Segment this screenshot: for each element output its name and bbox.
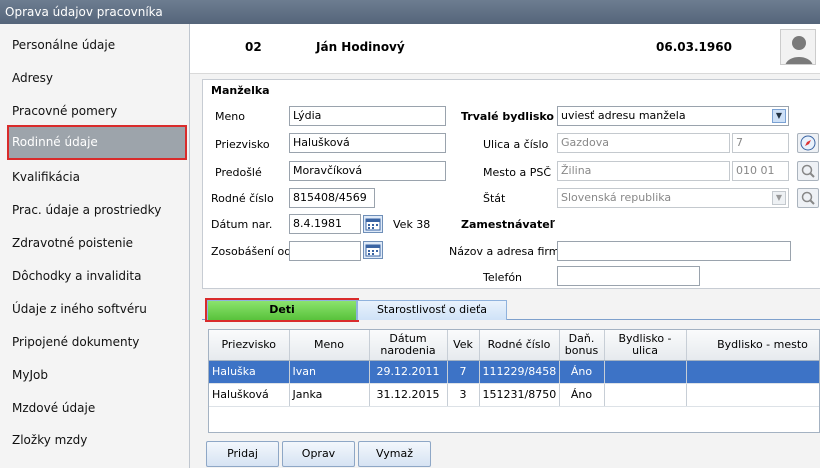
datum-nar-input[interactable]: 8.4.1981: [289, 214, 361, 234]
sidebar-item-zdravotne-poistenie[interactable]: Zdravotné poistenie: [8, 227, 186, 260]
person-icon: [781, 30, 815, 64]
compass-button[interactable]: [797, 133, 819, 153]
edit-button[interactable]: Oprav: [282, 441, 355, 467]
firma-input[interactable]: [557, 241, 791, 261]
children-tabs: Deti Starostlivosť o dieťa: [202, 296, 820, 322]
trvale-bydlisko-select[interactable]: uviesť adresu manžela ▼: [557, 106, 789, 126]
magnifier-icon: [801, 191, 815, 205]
rodne-cislo-label: Rodné číslo: [211, 192, 274, 205]
predosle-input[interactable]: Moravčíková: [289, 161, 446, 181]
column-header[interactable]: Meno: [289, 330, 370, 361]
sidebar-item-ine-softvery[interactable]: Údaje z iného softvéru: [8, 293, 186, 326]
trvale-bydlisko-label: Trvalé bydlisko: [461, 110, 554, 123]
table-header-row: Priezvisko Meno Dátum narodenia Vek Rodn…: [209, 330, 819, 361]
table-cell: [604, 383, 687, 407]
trvale-bydlisko-value: uviesť adresu manžela: [561, 109, 686, 122]
meno-input[interactable]: Lýdia: [289, 106, 446, 126]
table-cell: Janka: [289, 383, 370, 407]
priezvisko-label: Priezvisko: [215, 138, 270, 151]
calendar-icon[interactable]: [363, 241, 383, 259]
predosle-label: Predošlé: [215, 166, 262, 179]
avatar[interactable]: [780, 29, 816, 65]
zosobasenie-input[interactable]: [289, 241, 361, 261]
employee-header: 02 Ján Hodinový 06.03.1960: [190, 24, 820, 74]
sidebar-item-adresy[interactable]: Adresy: [8, 62, 186, 95]
cislo-input[interactable]: 7: [732, 133, 789, 153]
table-cell: Halušková: [209, 383, 290, 407]
sidebar-item-zlozky-mzdy[interactable]: Zložky mzdy: [8, 424, 186, 457]
firma-label: Názov a adresa firmy: [449, 245, 566, 258]
table-cell: 29.12.2011: [369, 360, 448, 384]
sidebar-item-prac-udaje[interactable]: Prac. údaje a prostriedky: [8, 194, 186, 227]
spouse-panel: Manželka Meno Lýdia Priezvisko Halušková…: [202, 79, 820, 289]
table-cell: 31.12.2015: [369, 383, 448, 407]
column-header[interactable]: Rodné číslo: [479, 330, 560, 361]
sidebar-item-personalne-udaje[interactable]: Personálne údaje: [8, 29, 186, 62]
table-cell: Haluška: [209, 360, 290, 384]
chevron-down-icon[interactable]: ▼: [772, 109, 786, 123]
search-country-button[interactable]: [797, 188, 819, 208]
zosobasenie-label: Zosobášení od: [211, 245, 292, 258]
column-header[interactable]: Dátum narodenia: [369, 330, 448, 361]
employee-number: 02: [245, 40, 262, 54]
magnifier-icon: [801, 164, 815, 178]
spouse-section-title: Manželka: [211, 84, 270, 97]
telefon-label: Telefón: [483, 271, 523, 284]
table-cell: Áno: [559, 383, 605, 407]
mesto-input[interactable]: Žilina: [557, 161, 730, 181]
ulica-label: Ulica a číslo: [483, 138, 549, 151]
sidebar-item-pracovne-pomery[interactable]: Pracovné pomery: [8, 95, 186, 128]
table-cell: [686, 383, 819, 407]
sidebar-item-myjob[interactable]: MyJob: [8, 359, 186, 392]
sidebar-item-pripojene-dokumenty[interactable]: Pripojené dokumenty: [8, 326, 186, 359]
employee-birthdate: 06.03.1960: [656, 40, 732, 54]
tab-deti[interactable]: Deti: [205, 298, 359, 322]
table-cell: [604, 360, 687, 384]
column-header[interactable]: Bydlisko - ulica: [604, 330, 687, 361]
table-row[interactable]: Halušková Janka 31.12.2015 3 151231/8750…: [209, 383, 819, 407]
ulica-input[interactable]: Gazdova: [557, 133, 730, 153]
datum-nar-label: Dátum nar.: [211, 218, 273, 231]
telefon-input[interactable]: [557, 266, 700, 286]
stat-select[interactable]: Slovenská republika ▼: [557, 188, 789, 208]
employee-name: Ján Hodinový: [316, 40, 405, 54]
rodne-cislo-input[interactable]: 815408/4569: [289, 188, 375, 208]
psc-input[interactable]: 010 01: [732, 161, 789, 181]
chevron-down-icon[interactable]: ▼: [772, 191, 786, 205]
table-cell: 3: [447, 383, 480, 407]
stat-value: Slovenská republika: [561, 191, 672, 204]
calendar-icon[interactable]: [363, 215, 383, 233]
table-cell: [686, 360, 819, 384]
sidebar-item-kvalifikacia[interactable]: Kvalifikácia: [8, 161, 186, 194]
table-cell: 151231/8750: [479, 383, 560, 407]
children-table: Priezvisko Meno Dátum narodenia Vek Rodn…: [208, 329, 820, 433]
column-header[interactable]: Daň. bonus: [559, 330, 605, 361]
meno-label: Meno: [215, 110, 245, 123]
delete-button[interactable]: Vymaž: [358, 441, 431, 467]
priezvisko-input[interactable]: Halušková: [289, 133, 446, 153]
sidebar: Personálne údaje Adresy Pracovné pomery …: [0, 24, 190, 468]
window-title: Oprava údajov pracovníka: [0, 0, 820, 24]
stat-label: Štát: [483, 192, 506, 205]
table-cell: Ivan: [289, 360, 370, 384]
zamestnavatel-label: Zamestnávateľ: [461, 218, 555, 231]
add-button[interactable]: Pridaj: [206, 441, 279, 467]
vek-label: Vek 38: [393, 218, 431, 231]
table-cell: 111229/8458: [479, 360, 560, 384]
table-cell: Áno: [559, 360, 605, 384]
sidebar-item-mzdove-udaje[interactable]: Mzdové údaje: [8, 392, 186, 425]
sidebar-item-rodinne-udaje[interactable]: Rodinné údaje: [7, 125, 187, 160]
column-header[interactable]: Priezvisko: [209, 330, 290, 361]
tab-starostlivost[interactable]: Starostlivosť o dieťa: [357, 300, 507, 320]
column-header[interactable]: Bydlisko - mesto: [686, 330, 819, 361]
sidebar-item-dochodky[interactable]: Dôchodky a invalidita: [8, 260, 186, 293]
compass-icon: [800, 135, 816, 151]
table-cell: 7: [447, 360, 480, 384]
search-city-button[interactable]: [797, 161, 819, 181]
column-header[interactable]: Vek: [447, 330, 480, 361]
main-content: 02 Ján Hodinový 06.03.1960 Manželka Meno…: [190, 24, 820, 468]
mesto-label: Mesto a PSČ: [483, 166, 552, 179]
table-row[interactable]: Haluška Ivan 29.12.2011 7 111229/8458 Án…: [209, 360, 819, 384]
